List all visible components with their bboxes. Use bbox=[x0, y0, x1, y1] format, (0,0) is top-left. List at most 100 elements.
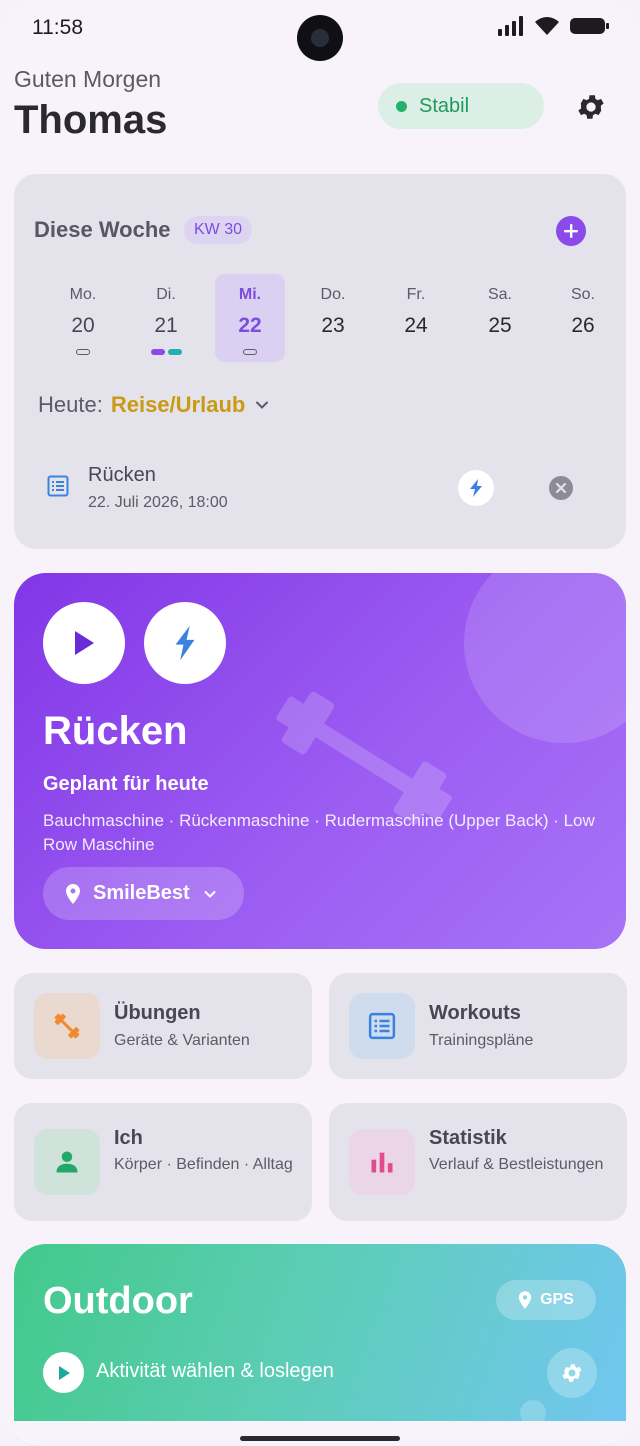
day-sat[interactable]: Sa. 25 bbox=[465, 274, 535, 362]
tile-title: Ich bbox=[114, 1127, 143, 1149]
day-name: Sa. bbox=[487, 286, 512, 303]
battery-icon bbox=[570, 18, 609, 34]
day-marker bbox=[151, 349, 165, 355]
workout-subtitle: Geplant für heute bbox=[43, 773, 209, 795]
day-number: 21 bbox=[154, 314, 178, 337]
plus-icon bbox=[564, 224, 578, 238]
greeting: Guten Morgen bbox=[14, 66, 162, 92]
tile-subtitle: Körper · Befinden · Alltag bbox=[114, 1156, 293, 1173]
start-workout-button[interactable] bbox=[43, 602, 125, 684]
entry-date: 22. Juli 2026, 18:00 bbox=[88, 494, 228, 511]
tile-me[interactable]: Ich Körper · Befinden · Alltag bbox=[14, 1103, 312, 1221]
day-name: Fr. bbox=[406, 286, 426, 303]
location-selector[interactable]: SmileBest bbox=[43, 867, 244, 920]
week-card: Diese Woche KW 30 Mo. 20 Di. 21 Mi. 22 D… bbox=[14, 174, 626, 549]
week-title: Diese Woche bbox=[34, 217, 171, 242]
day-number: 22 bbox=[238, 314, 262, 337]
week-day-strip: Mo. 20 Di. 21 Mi. 22 Do. 23 Fr. 24 Sa. 2… bbox=[28, 274, 612, 362]
exercise-list: Bauchmaschine · Rückenmaschine · Ruderma… bbox=[43, 811, 595, 854]
tile-statistics[interactable]: Statistik Verlauf & Bestleistungen bbox=[329, 1103, 627, 1221]
tile-subtitle: Trainingspläne bbox=[429, 1032, 534, 1049]
home-indicator[interactable] bbox=[240, 1436, 400, 1441]
list-icon bbox=[368, 1012, 396, 1040]
tile-exercises[interactable]: Übungen Geräte & Varianten bbox=[14, 973, 312, 1079]
add-entry-button[interactable] bbox=[556, 216, 586, 246]
entry-title: Rücken bbox=[88, 464, 156, 486]
system-icons bbox=[498, 16, 610, 36]
status-bar: 11:58 bbox=[0, 0, 640, 61]
lightning-icon bbox=[470, 479, 482, 497]
status-label: Stabil bbox=[419, 94, 470, 117]
gear-icon bbox=[562, 1364, 582, 1382]
day-name: Di. bbox=[156, 286, 176, 303]
bar-chart-icon bbox=[371, 1152, 393, 1173]
today-status-dropdown[interactable]: Heute: Reise/Urlaub bbox=[38, 392, 271, 418]
today-label: Heute: bbox=[38, 392, 103, 417]
tile-icon-box bbox=[349, 1129, 415, 1195]
tile-subtitle: Geräte & Varianten bbox=[114, 1032, 250, 1049]
day-fri[interactable]: Fr. 24 bbox=[381, 274, 451, 362]
day-marker bbox=[243, 349, 257, 355]
signal-icon bbox=[498, 16, 523, 36]
close-icon bbox=[555, 482, 567, 494]
clock: 11:58 bbox=[32, 16, 83, 39]
decorative-circle bbox=[464, 573, 626, 743]
gear-icon bbox=[578, 95, 604, 119]
tile-title: Statistik bbox=[429, 1127, 507, 1149]
location-pin-icon bbox=[518, 1291, 532, 1309]
day-number: 24 bbox=[404, 314, 428, 337]
location-pin-icon bbox=[66, 883, 80, 904]
tile-title: Workouts bbox=[429, 1002, 521, 1024]
play-icon bbox=[58, 1365, 70, 1380]
workout-title: Rücken bbox=[43, 709, 188, 753]
quick-start-button[interactable] bbox=[458, 470, 494, 506]
workout-hero-card[interactable]: Rücken Geplant für heute Bauchmaschine ·… bbox=[14, 573, 626, 949]
user-name: Thomas bbox=[14, 98, 168, 142]
person-icon bbox=[56, 1151, 78, 1173]
day-name: Do. bbox=[320, 286, 346, 303]
bottom-inset bbox=[0, 1421, 640, 1446]
day-marker bbox=[168, 349, 182, 355]
day-number: 25 bbox=[488, 314, 512, 337]
tile-icon-box bbox=[349, 993, 415, 1059]
dumbbell-icon bbox=[54, 1013, 80, 1039]
start-outdoor-button[interactable] bbox=[43, 1352, 84, 1393]
outdoor-title: Outdoor bbox=[43, 1280, 193, 1322]
chevron-down-icon bbox=[204, 890, 216, 898]
day-number: 23 bbox=[321, 314, 345, 337]
tile-icon-box bbox=[34, 1129, 100, 1195]
tile-workouts[interactable]: Workouts Trainingspläne bbox=[329, 973, 627, 1079]
status-badge[interactable]: Stabil bbox=[378, 83, 544, 129]
chevron-down-icon bbox=[256, 401, 269, 409]
tile-subtitle: Verlauf & Bestleistungen bbox=[429, 1156, 604, 1173]
day-marker bbox=[76, 349, 90, 355]
quick-workout-button[interactable] bbox=[144, 602, 226, 684]
day-wed[interactable]: Mi. 22 bbox=[215, 274, 285, 362]
outdoor-settings-button[interactable] bbox=[547, 1348, 597, 1398]
day-name: So. bbox=[570, 286, 595, 303]
scheduled-workout-entry[interactable]: Rücken 22. Juli 2026, 18:00 bbox=[44, 462, 604, 518]
calendar-week-badge: KW 30 bbox=[184, 216, 253, 244]
day-tue[interactable]: Di. 21 bbox=[131, 274, 201, 362]
tile-icon-box bbox=[34, 993, 100, 1059]
remove-entry-button[interactable] bbox=[549, 476, 573, 500]
today-value: Reise/Urlaub bbox=[110, 392, 246, 417]
settings-button[interactable] bbox=[572, 88, 610, 126]
lightning-icon bbox=[175, 625, 195, 661]
outdoor-action-label[interactable]: Aktivität wählen & loslegen bbox=[96, 1360, 334, 1383]
tile-title: Übungen bbox=[114, 1002, 201, 1024]
status-dot bbox=[396, 100, 407, 112]
day-mon[interactable]: Mo. 20 bbox=[48, 274, 118, 362]
day-name: Mi. bbox=[238, 286, 262, 303]
day-thu[interactable]: Do. 23 bbox=[298, 274, 368, 362]
front-camera bbox=[297, 15, 343, 61]
app-screen: 11:58 Guten Morgen Thomas Stabil Diese W… bbox=[0, 0, 640, 1446]
play-icon bbox=[75, 631, 94, 655]
day-number: 20 bbox=[71, 314, 95, 337]
gps-badge: GPS bbox=[496, 1280, 596, 1320]
location-label: SmileBest bbox=[93, 882, 190, 904]
list-icon bbox=[47, 475, 69, 497]
day-sun[interactable]: So. 26 bbox=[548, 274, 618, 362]
outdoor-card[interactable]: Outdoor GPS Aktivität wählen & loslegen bbox=[14, 1244, 626, 1446]
wifi-icon bbox=[535, 17, 559, 35]
